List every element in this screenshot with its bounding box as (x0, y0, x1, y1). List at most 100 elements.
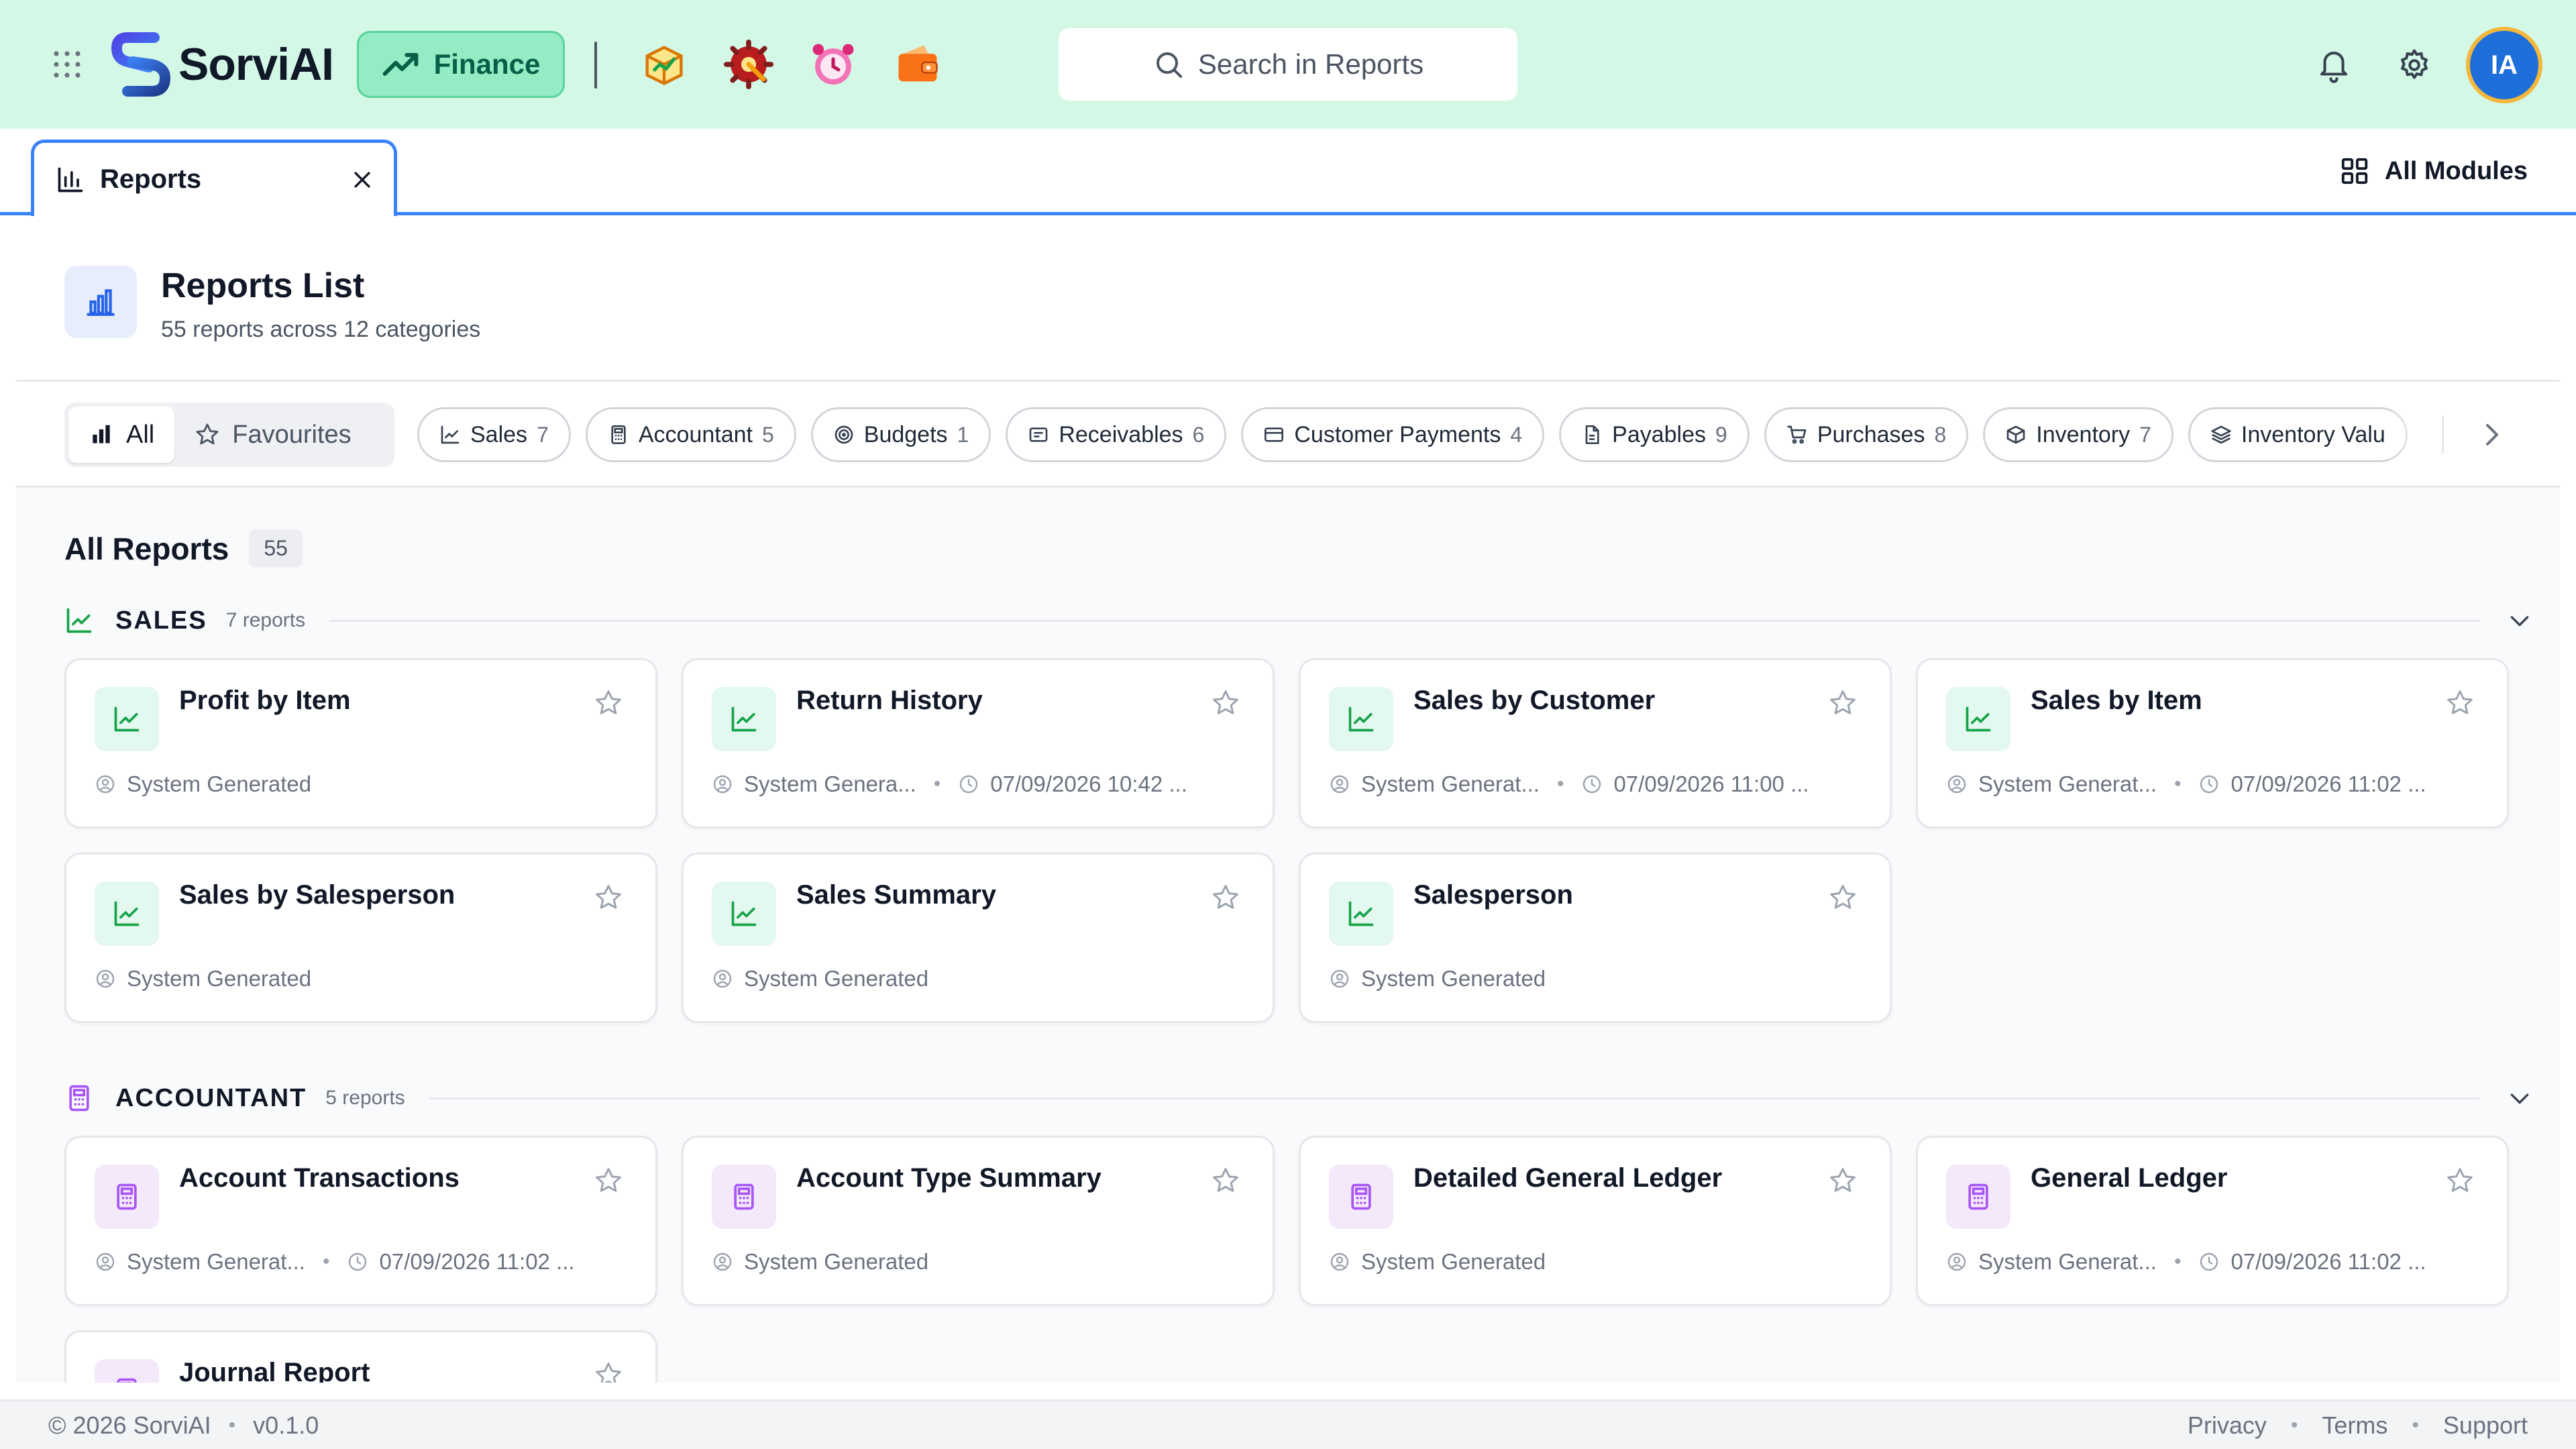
tab-reports[interactable]: Reports (31, 140, 397, 216)
all-modules-label: All Modules (2384, 156, 2528, 185)
chart-line-icon (1348, 901, 1374, 926)
star-icon[interactable] (1828, 688, 1858, 718)
section-name: ACCOUNTANT (115, 1083, 307, 1112)
meta-separator: • (1556, 773, 1564, 795)
report-title: Account Type Summary (796, 1163, 1102, 1193)
report-card[interactable]: Sales by Item System Generat... • 07/09/… (1916, 658, 2509, 828)
privacy-link[interactable]: Privacy (2188, 1411, 2267, 1440)
star-icon[interactable] (594, 688, 623, 718)
star-icon[interactable] (1211, 883, 1240, 912)
star-icon (196, 423, 219, 445)
star-icon[interactable] (594, 883, 623, 912)
star-icon[interactable] (1828, 1166, 1858, 1195)
report-title: Sales by Item (2031, 686, 2202, 715)
apps-grid-icon[interactable] (51, 48, 83, 80)
meta-separator: • (2174, 773, 2182, 795)
reports-content[interactable]: All Reports 55 SALES 7 reports Profit by… (16, 488, 2560, 1383)
chip-budgets[interactable]: Budgets 1 (810, 407, 991, 462)
segment-all[interactable]: All (68, 407, 175, 463)
chip-payables[interactable]: Payables 9 (1559, 407, 1750, 462)
report-icon-tile (95, 881, 159, 946)
bell-icon[interactable] (2316, 47, 2352, 83)
report-card[interactable]: Account Transactions System Generat... •… (64, 1136, 657, 1306)
star-icon[interactable] (1828, 883, 1858, 912)
star-icon[interactable] (1211, 688, 1240, 718)
report-icon-tile (1946, 1165, 2010, 1229)
star-icon[interactable] (594, 1166, 623, 1195)
package-icon (2006, 425, 2025, 444)
chip-accountant[interactable]: Accountant 5 (585, 407, 796, 462)
chip-receivables[interactable]: Receivables 6 (1006, 407, 1227, 462)
section-count: 5 reports (325, 1087, 405, 1109)
terms-link[interactable]: Terms (2322, 1411, 2387, 1440)
chart-line-icon (731, 706, 757, 732)
user-circle-icon (1330, 969, 1349, 988)
report-card[interactable]: Sales by Customer System Generat... • 07… (1299, 658, 1892, 828)
brand-logo-link[interactable]: SorviAI (111, 32, 334, 97)
bar-chart-icon (58, 167, 83, 192)
search-input[interactable]: Search in Reports (1059, 28, 1517, 101)
report-card[interactable]: Account Type Summary System Generated (682, 1136, 1275, 1306)
chip-count: 7 (537, 422, 549, 447)
report-card[interactable]: Return History System Genera... • 07/09/… (682, 658, 1275, 828)
finance-module-button[interactable]: Finance (357, 31, 565, 98)
header-divider (594, 42, 597, 89)
sales-report-grid: Profit by Item System Generated Return H… (64, 658, 2509, 1023)
report-owner: System Generated (127, 771, 312, 796)
chart-line-icon (441, 425, 460, 444)
chevron-down-icon[interactable] (2506, 607, 2533, 634)
page-title: Reports List (161, 266, 365, 305)
report-card[interactable]: Detailed General Ledger System Generated (1299, 1136, 1892, 1306)
report-icon-tile (1329, 1165, 1393, 1229)
chip-label: Payables (1612, 421, 1707, 447)
section-header-sales[interactable]: SALES 7 reports (64, 600, 2533, 641)
calculator-icon (734, 1183, 754, 1210)
support-link[interactable]: Support (2443, 1411, 2528, 1440)
all-modules-button[interactable]: All Modules (2339, 156, 2528, 186)
search-placeholder: Search in Reports (1197, 48, 1424, 80)
chip-inventory[interactable]: Inventory 7 (1983, 407, 2174, 462)
gear-wrench-icon[interactable] (723, 39, 774, 90)
report-card[interactable]: Journal Report (64, 1330, 657, 1383)
report-card[interactable]: Sales Summary System Generated (682, 853, 1275, 1023)
chip-purchases[interactable]: Purchases 8 (1764, 407, 1969, 462)
chip-inventory-valuation[interactable]: Inventory Valu (2188, 407, 2408, 462)
chart-line-icon (114, 901, 140, 926)
trending-up-icon (382, 52, 419, 76)
close-icon[interactable] (351, 168, 374, 191)
calculator-icon (1351, 1183, 1371, 1210)
box-icon[interactable] (639, 39, 690, 90)
chevron-down-icon[interactable] (2506, 1085, 2533, 1112)
report-card[interactable]: Profit by Item System Generated (64, 658, 657, 828)
report-meta: System Generated (95, 771, 311, 797)
section-name: SALES (115, 606, 207, 635)
report-icon-tile (1329, 881, 1393, 946)
cart-icon (1787, 425, 1807, 444)
gear-icon[interactable] (2396, 47, 2432, 83)
report-card[interactable]: Sales by Salesperson System Generated (64, 853, 657, 1023)
report-meta: System Generat... • 07/09/2026 11:02 ... (95, 1249, 575, 1275)
star-icon[interactable] (594, 1360, 623, 1383)
star-icon[interactable] (1211, 1166, 1240, 1195)
user-circle-icon (96, 775, 115, 794)
chip-sales[interactable]: Sales 7 (417, 407, 571, 462)
report-timestamp: 07/09/2026 10:42 ... (990, 771, 1187, 796)
segment-favourites[interactable]: Favourites (174, 407, 371, 463)
user-avatar[interactable]: IA (2466, 27, 2542, 103)
alarm-clock-icon[interactable] (808, 39, 859, 90)
chart-line-icon (1966, 706, 1991, 732)
report-card[interactable]: General Ledger System Generat... • 07/09… (1916, 1136, 2509, 1306)
section-header-accountant[interactable]: ACCOUNTANT 5 reports (64, 1078, 2533, 1118)
section-rule (329, 619, 2479, 622)
clock-icon (2200, 775, 2218, 794)
section-rule (429, 1097, 2479, 1099)
report-icon-tile (95, 1165, 159, 1229)
star-icon[interactable] (2445, 1166, 2475, 1195)
chips-fade (2388, 402, 2442, 467)
wallet-icon[interactable] (892, 39, 943, 90)
report-card[interactable]: Salesperson System Generated (1299, 853, 1892, 1023)
star-icon[interactable] (2445, 688, 2475, 718)
chevron-right-icon[interactable] (2475, 419, 2508, 451)
chip-customer-payments[interactable]: Customer Payments 4 (1241, 407, 1545, 462)
user-circle-icon (1330, 775, 1349, 794)
